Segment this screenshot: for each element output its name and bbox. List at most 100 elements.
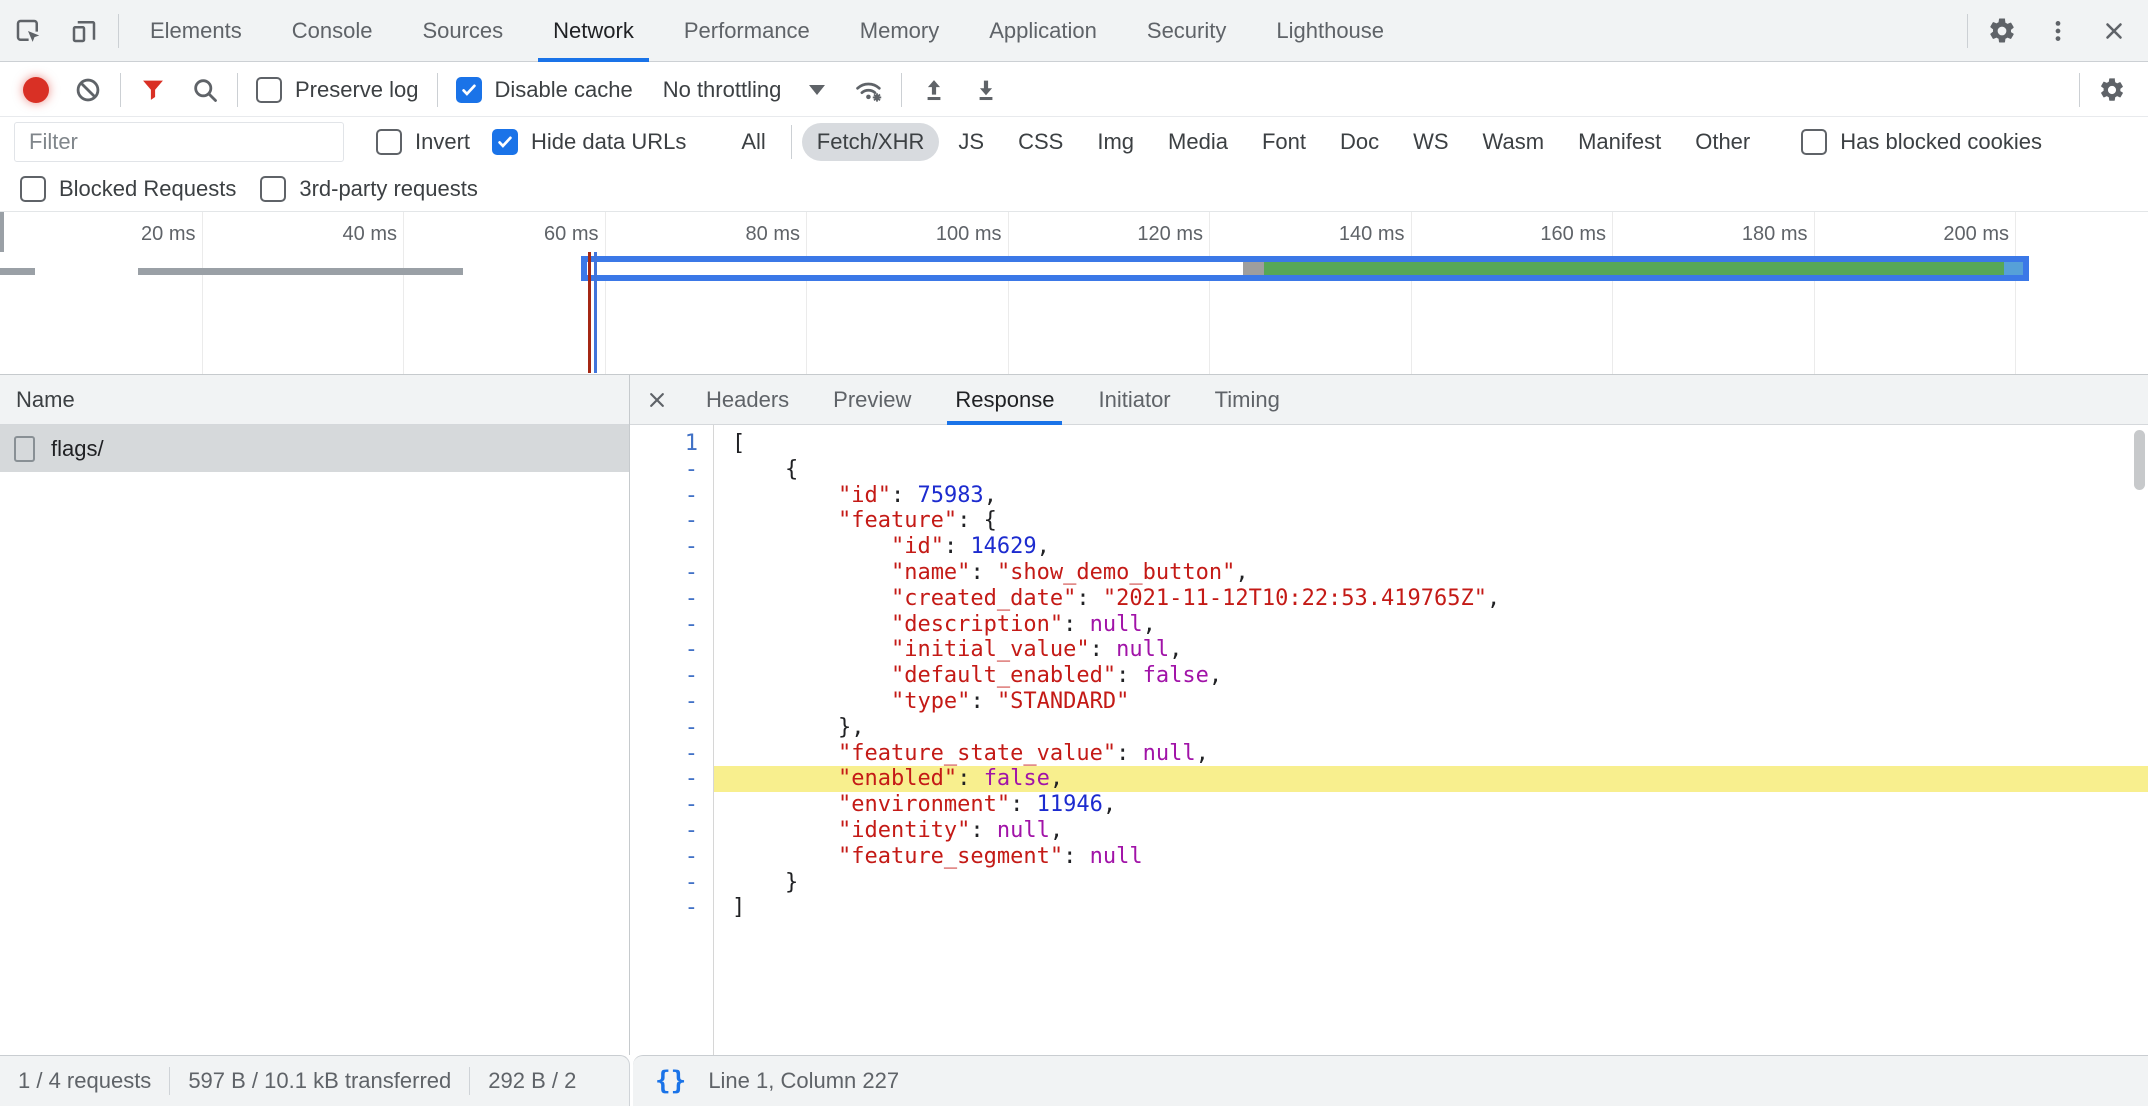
- tab-elements[interactable]: Elements: [125, 0, 267, 61]
- disable-cache-checkbox[interactable]: Disable cache: [456, 77, 633, 103]
- hide-data-urls-checkbox[interactable]: Hide data URLs: [492, 129, 686, 155]
- tab-initiator[interactable]: Initiator: [1076, 375, 1192, 424]
- inspect-icon[interactable]: [0, 0, 56, 61]
- overview-request-bar: [0, 268, 35, 275]
- filter-type-all[interactable]: All: [726, 123, 780, 161]
- filter-type-img[interactable]: Img: [1082, 123, 1149, 161]
- code-line: - "id": 14629,: [630, 534, 2148, 560]
- token-punct: [732, 689, 891, 714]
- token-string: "show_demo_button": [997, 560, 1235, 585]
- tab-performance[interactable]: Performance: [659, 0, 835, 61]
- requests-summary: 1 / 4 requests 597 B / 10.1 kB transferr…: [0, 1055, 630, 1106]
- token-key: "feature_segment": [838, 844, 1063, 869]
- tab-response[interactable]: Response: [933, 375, 1076, 424]
- request-row[interactable]: flags/: [0, 425, 629, 472]
- timeline-gridline: 120 ms: [1209, 212, 1210, 374]
- token-number: 11946: [1037, 792, 1103, 817]
- token-punct: :: [1116, 663, 1143, 688]
- page-event-line: [588, 252, 591, 373]
- token-punct: ,: [1196, 741, 1209, 766]
- filter-funnel-icon[interactable]: [127, 63, 179, 117]
- tab-preview[interactable]: Preview: [811, 375, 933, 424]
- throttling-dropdown[interactable]: No throttling: [663, 77, 826, 103]
- filter-input[interactable]: [14, 122, 344, 162]
- token-punct: ,: [1050, 818, 1063, 843]
- filter-type-manifest[interactable]: Manifest: [1563, 123, 1676, 161]
- token-punct: ,: [1037, 534, 1050, 559]
- scrollbar-thumb[interactable]: [2134, 430, 2145, 490]
- close-icon[interactable]: [2086, 0, 2142, 61]
- tab-sources[interactable]: Sources: [397, 0, 528, 61]
- tab-console[interactable]: Console: [267, 0, 398, 61]
- third-party-requests-checkbox[interactable]: 3rd-party requests: [260, 176, 478, 202]
- timeline-tick-label: 160 ms: [1540, 223, 1606, 246]
- chevron-down-icon: [809, 85, 825, 95]
- network-settings-gear-icon[interactable]: [2086, 63, 2138, 117]
- code-text: "enabled": false,: [714, 766, 2148, 792]
- divider: [237, 73, 238, 107]
- throttling-value: No throttling: [663, 77, 782, 103]
- line-number: -: [630, 663, 714, 689]
- filter-type-doc[interactable]: Doc: [1325, 123, 1394, 161]
- token-punct: [732, 612, 891, 637]
- name-column-header[interactable]: Name: [0, 375, 629, 425]
- token-key: "identity": [838, 818, 970, 843]
- divider: [118, 14, 119, 48]
- clear-icon[interactable]: [62, 63, 114, 117]
- timeline-tick-label: 200 ms: [1943, 223, 2009, 246]
- has-blocked-cookies-checkbox[interactable]: Has blocked cookies: [1801, 129, 2042, 155]
- request-name: flags/: [51, 436, 104, 462]
- details-tabbar: HeadersPreviewResponseInitiatorTiming: [630, 375, 2148, 425]
- line-number: -: [630, 483, 714, 509]
- cursor-position: Line 1, Column 227: [708, 1068, 899, 1094]
- tab-network[interactable]: Network: [528, 0, 659, 61]
- settings-gear-icon[interactable]: [1974, 0, 2030, 61]
- checkbox-box: [1801, 129, 1827, 155]
- request-count: 1 / 4 requests: [18, 1068, 151, 1094]
- response-viewer[interactable]: 1[- {- "id": 75983,- "feature": {- "id":…: [630, 425, 2148, 1055]
- waterfall-segment-lightblue: [2004, 262, 2023, 275]
- timeline-tick-label: 20 ms: [141, 223, 195, 246]
- code-line: - "feature_segment": null: [630, 844, 2148, 870]
- token-punct: [732, 844, 838, 869]
- more-options-icon[interactable]: [2030, 0, 2086, 61]
- tab-lighthouse[interactable]: Lighthouse: [1251, 0, 1409, 61]
- filter-type-css[interactable]: CSS: [1003, 123, 1078, 161]
- record-icon[interactable]: [10, 63, 62, 117]
- tab-application[interactable]: Application: [964, 0, 1122, 61]
- code-line: - "feature": {: [630, 508, 2148, 534]
- token-key: "environment": [838, 792, 1010, 817]
- tab-timing[interactable]: Timing: [1193, 375, 1302, 424]
- resource-type-filters: All Fetch/XHRJSCSSImgMediaFontDocWSWasmM…: [726, 123, 1765, 161]
- format-braces-icon[interactable]: {}: [655, 1066, 686, 1096]
- blocked-requests-checkbox[interactable]: Blocked Requests: [20, 176, 236, 202]
- divider: [469, 1067, 470, 1095]
- code-text: "created_date": "2021-11-12T10:22:53.419…: [714, 586, 2148, 612]
- code-line: - "initial_value": null,: [630, 637, 2148, 663]
- filter-type-other[interactable]: Other: [1680, 123, 1765, 161]
- code-text: "id": 14629,: [714, 534, 2148, 560]
- line-number: -: [630, 560, 714, 586]
- import-har-icon[interactable]: [908, 63, 960, 117]
- filter-type-wasm[interactable]: Wasm: [1468, 123, 1560, 161]
- filter-type-media[interactable]: Media: [1153, 123, 1243, 161]
- waterfall-overview[interactable]: 20 ms40 ms60 ms80 ms100 ms120 ms140 ms16…: [0, 212, 2148, 375]
- network-conditions-icon[interactable]: [843, 63, 895, 117]
- search-icon[interactable]: [179, 63, 231, 117]
- filter-type-ws[interactable]: WS: [1398, 123, 1463, 161]
- export-har-icon[interactable]: [960, 63, 1012, 117]
- filter-type-js[interactable]: JS: [943, 123, 999, 161]
- tab-security[interactable]: Security: [1122, 0, 1251, 61]
- code-text: "initial_value": null,: [714, 637, 2148, 663]
- filter-type-font[interactable]: Font: [1247, 123, 1321, 161]
- tab-memory[interactable]: Memory: [835, 0, 964, 61]
- token-key: "name": [891, 560, 970, 585]
- invert-checkbox[interactable]: Invert: [376, 129, 470, 155]
- filter-type-fetch-xhr[interactable]: Fetch/XHR: [802, 123, 940, 161]
- close-details-icon[interactable]: [630, 375, 684, 424]
- tab-headers[interactable]: Headers: [684, 375, 811, 424]
- device-toolbar-icon[interactable]: [56, 0, 112, 61]
- timeline-tick-label: 40 ms: [343, 223, 397, 246]
- line-number: -: [630, 508, 714, 534]
- preserve-log-checkbox[interactable]: Preserve log: [256, 77, 419, 103]
